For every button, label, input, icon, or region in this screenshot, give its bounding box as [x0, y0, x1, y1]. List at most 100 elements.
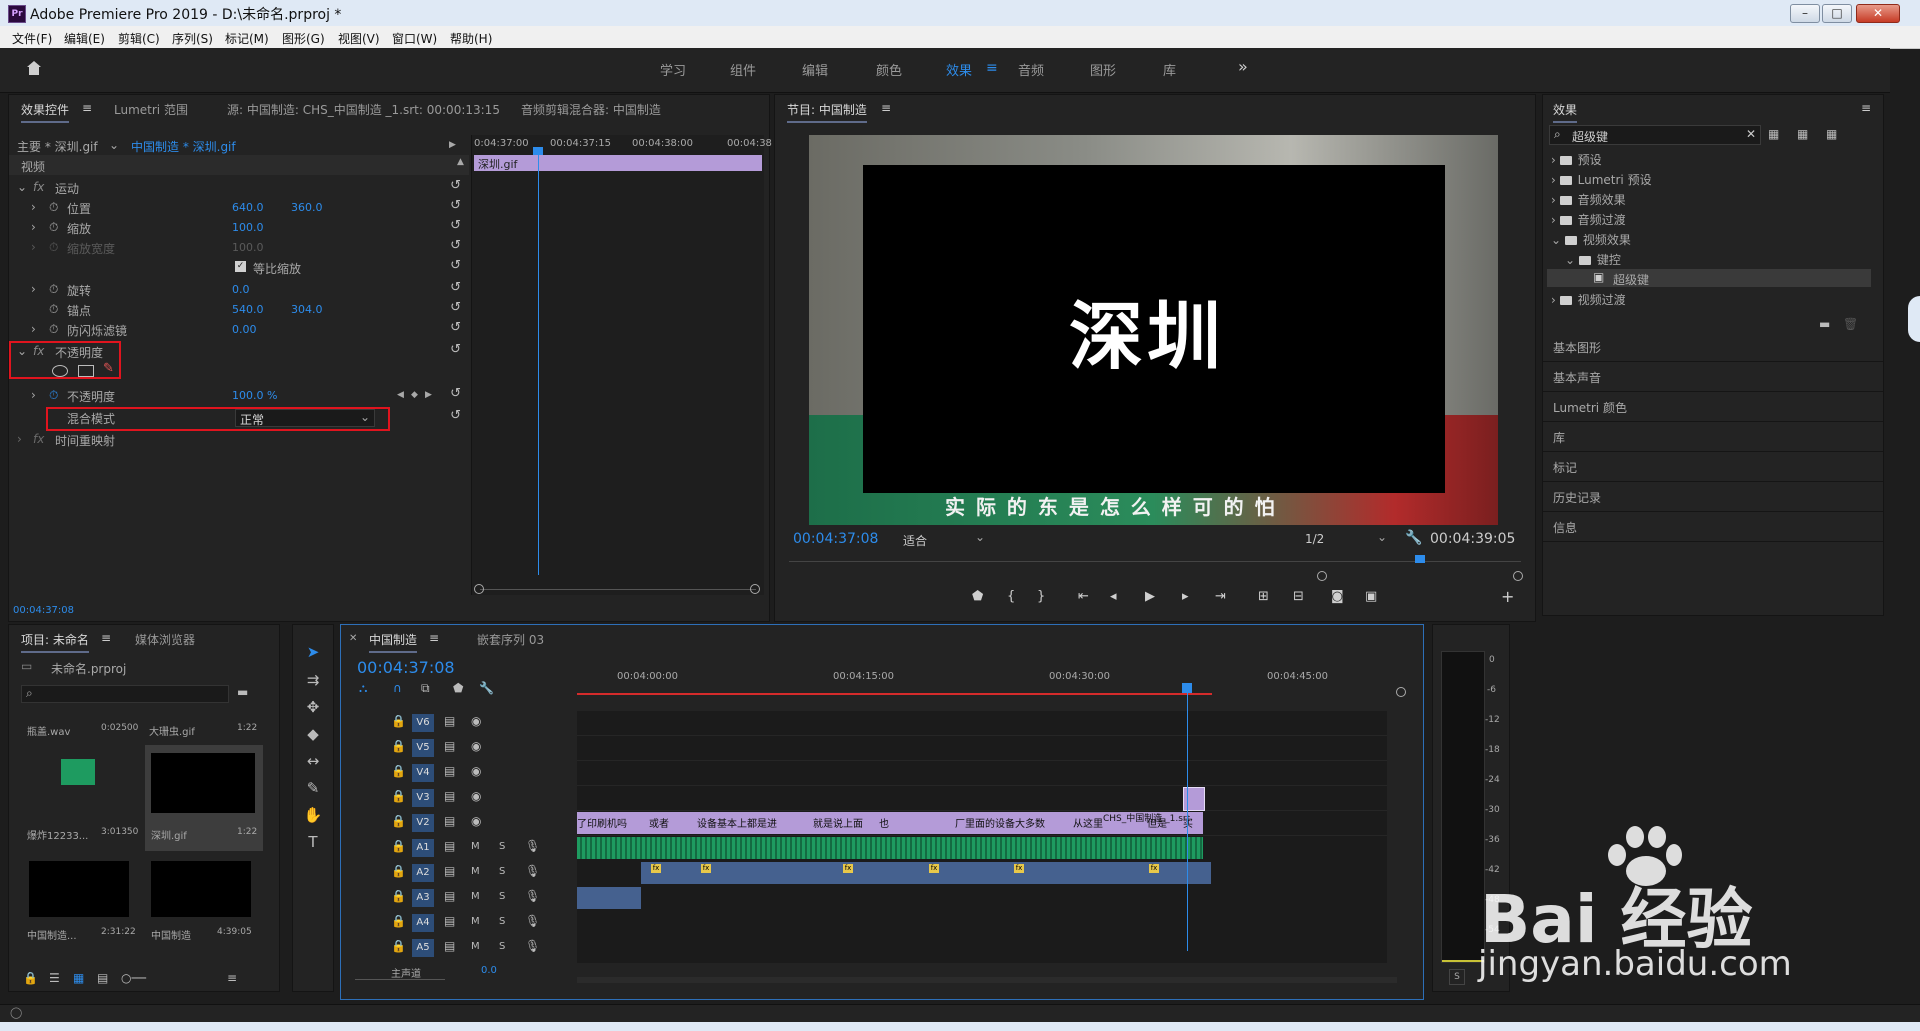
tab-nested-sequence[interactable]: 嵌套序列 03: [477, 631, 544, 648]
rotation-value[interactable]: 0.0: [232, 283, 250, 296]
panel-menu-icon[interactable]: ≡: [881, 101, 891, 115]
tree-item-lumetri-presets[interactable]: › Lumetri 预设: [1551, 171, 1652, 191]
expand-chevron-icon[interactable]: ›: [17, 432, 22, 446]
reset-icon[interactable]: ↺: [450, 280, 461, 295]
panel-menu-icon[interactable]: ≡: [1861, 101, 1871, 115]
expand-chevron-icon[interactable]: ⌄: [1551, 233, 1561, 247]
tree-item-audio-effects[interactable]: › 音频效果: [1551, 191, 1626, 211]
icon-view-icon[interactable]: ▦: [73, 971, 84, 985]
header-zoom-bar[interactable]: [355, 979, 445, 980]
workspace-libraries[interactable]: 库: [1163, 60, 1176, 79]
program-scrub-bar[interactable]: [789, 561, 1521, 562]
tree-item-video-effects[interactable]: ⌄ 视频效果: [1551, 231, 1631, 251]
vertical-zoom-handle[interactable]: [1396, 687, 1406, 697]
keyframe-timeline[interactable]: 0:04:37:00 00:04:37:15 00:04:38:00 00:04…: [471, 135, 772, 595]
clear-search-icon[interactable]: ✕: [1746, 127, 1756, 141]
expand-chevron-icon[interactable]: ›: [1551, 153, 1556, 167]
solo-button[interactable]: S: [499, 841, 505, 852]
mini-zoom-bar[interactable]: [480, 589, 756, 590]
lock-icon[interactable]: 🔒: [391, 939, 406, 953]
audio-clip-a2[interactable]: fx fx fx fx fx fx: [641, 862, 1211, 884]
reset-icon[interactable]: ↺: [450, 198, 461, 213]
zoom-handle-left[interactable]: [474, 584, 484, 594]
extract-icon[interactable]: ⊟: [1293, 589, 1304, 604]
type-tool-icon[interactable]: T: [303, 833, 323, 853]
reset-icon[interactable]: ↺: [450, 258, 461, 273]
yuv-effects-icon[interactable]: ▦: [1826, 127, 1837, 141]
mark-out-icon[interactable]: }: [1037, 589, 1045, 604]
master-track-value[interactable]: 0.0: [481, 965, 497, 976]
stopwatch-icon[interactable]: ⏱: [49, 200, 58, 215]
reset-icon[interactable]: ↺: [450, 300, 461, 315]
microphone-icon[interactable]: 🎙: [525, 914, 540, 928]
reset-icon[interactable]: ↺: [450, 218, 461, 233]
panel-menu-icon[interactable]: ≡: [101, 631, 111, 645]
sync-lock-icon[interactable]: ▤: [444, 814, 455, 828]
go-to-out-icon[interactable]: ⇥: [1215, 589, 1226, 604]
sync-lock-icon[interactable]: ▤: [444, 914, 455, 928]
track-label[interactable]: A2: [412, 864, 434, 882]
sync-lock-icon[interactable]: ▤: [444, 839, 455, 853]
microphone-icon[interactable]: 🎙: [525, 864, 540, 878]
project-item-selected[interactable]: 深圳.gif 1:22: [145, 745, 263, 851]
sync-lock-icon[interactable]: ▤: [444, 889, 455, 903]
fit-dropdown[interactable]: 适合 ⌄: [903, 530, 985, 548]
mute-button[interactable]: M: [471, 941, 480, 952]
minimize-button[interactable]: –: [1790, 4, 1820, 23]
tab-project[interactable]: 项目: 未命名: [21, 631, 89, 653]
panel-info[interactable]: 信息: [1543, 511, 1883, 542]
microphone-icon[interactable]: 🎙: [525, 939, 540, 953]
maximize-button[interactable]: □: [1822, 4, 1852, 23]
workspace-audio[interactable]: 音频: [1018, 60, 1044, 79]
workspace-editing[interactable]: 编辑: [802, 60, 828, 79]
play-icon[interactable]: ▶: [1145, 589, 1155, 604]
project-item[interactable]: 中国制造 4:39:05: [145, 861, 261, 957]
program-playhead[interactable]: [1415, 555, 1425, 563]
expand-chevron-icon[interactable]: ›: [31, 388, 36, 402]
timeline-playhead-handle[interactable]: [1182, 683, 1192, 693]
effects-search-input[interactable]: ⌕ 超级键 ✕: [1549, 125, 1761, 145]
position-x-value[interactable]: 640.0: [232, 201, 264, 214]
stopwatch-active-icon[interactable]: ⏱: [49, 388, 58, 403]
opacity-value[interactable]: 100.0 %: [232, 389, 277, 402]
lock-icon[interactable]: 🔒: [391, 739, 406, 753]
timeline-settings-wrench-icon[interactable]: 🔧: [479, 681, 494, 695]
menu-sequence[interactable]: 序列(S): [172, 30, 213, 47]
solo-button[interactable]: S: [499, 866, 505, 877]
reset-icon[interactable]: ↺: [450, 178, 461, 193]
anchor-y-value[interactable]: 304.0: [291, 303, 323, 316]
sync-lock-icon[interactable]: ▤: [444, 939, 455, 953]
tree-item-audio-transitions[interactable]: › 音频过渡: [1551, 211, 1626, 231]
tree-item-keying[interactable]: ⌄ 键控: [1565, 251, 1621, 271]
stopwatch-icon[interactable]: ⏱: [49, 302, 58, 317]
rectangle-mask-icon[interactable]: [78, 365, 94, 377]
reset-icon[interactable]: ↺: [450, 342, 461, 357]
panel-markers[interactable]: 标记: [1543, 451, 1883, 482]
export-frame-camera-icon[interactable]: ◙: [1331, 589, 1344, 604]
workspace-assembly[interactable]: 组件: [730, 60, 756, 79]
pen-mask-icon[interactable]: ✎: [103, 361, 114, 376]
add-button-icon[interactable]: +: [1501, 587, 1514, 606]
selection-tool-icon[interactable]: ➤: [303, 643, 323, 663]
project-search-input[interactable]: ⌕: [21, 685, 229, 703]
timeline-playhead[interactable]: [1187, 689, 1188, 951]
menu-file[interactable]: 文件(F): [12, 30, 52, 47]
mute-button[interactable]: M: [471, 916, 480, 927]
panel-menu-icon[interactable]: ≡: [82, 101, 92, 115]
lock-icon[interactable]: 🔒: [391, 864, 406, 878]
snap-magnet-icon[interactable]: ∩: [393, 681, 402, 695]
panel-menu-icon[interactable]: ≡: [429, 631, 439, 645]
slip-tool-icon[interactable]: ↔: [303, 752, 323, 772]
timeline-horizontal-scrollbar[interactable]: [577, 977, 1397, 983]
new-bin-icon[interactable]: ▬: [1819, 317, 1830, 331]
reset-icon[interactable]: ↺: [450, 320, 461, 335]
mini-playhead-handle[interactable]: [533, 147, 543, 155]
sync-lock-icon[interactable]: ▤: [444, 864, 455, 878]
anchor-x-value[interactable]: 540.0: [232, 303, 264, 316]
microphone-icon[interactable]: 🎙: [525, 839, 540, 853]
add-marker-icon[interactable]: ⬟: [972, 589, 983, 604]
subtitle-clip-v2[interactable]: 了印刷机吗 或者 设备基本上都是进 就是说上面 也 厂里面的设备大多数 从这里 …: [577, 812, 1203, 834]
trash-icon[interactable]: 🗑: [1843, 317, 1858, 331]
new-bin-icon[interactable]: ▬: [237, 685, 248, 699]
mini-clip[interactable]: 深圳.gif: [474, 155, 762, 171]
